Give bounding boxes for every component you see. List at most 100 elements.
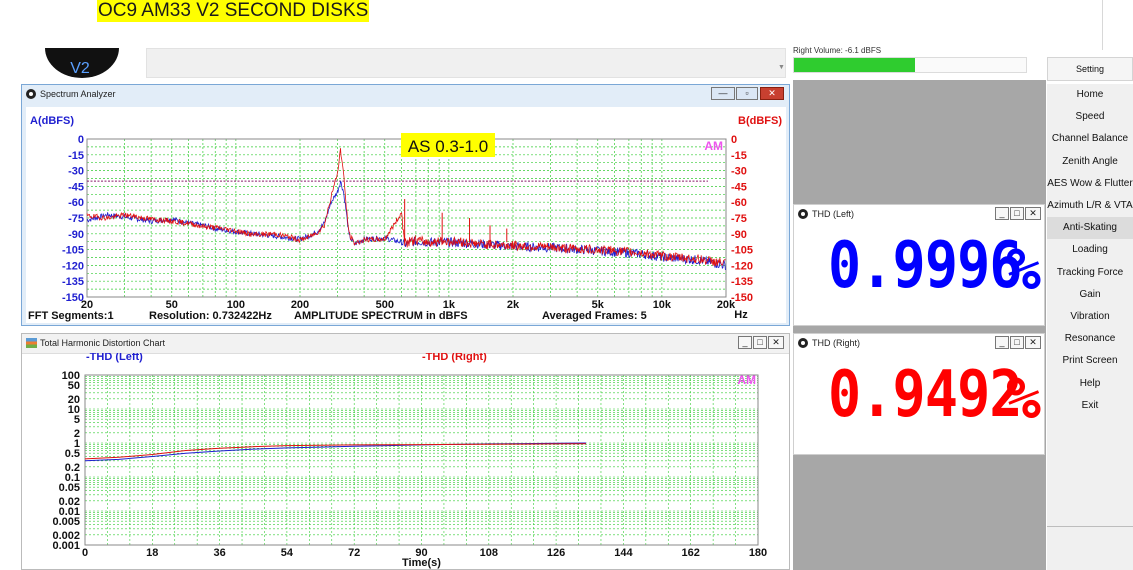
minimize-button[interactable]: — bbox=[711, 87, 735, 100]
thd-right-window-title: THD (Right) bbox=[812, 338, 861, 348]
thd-right-window: THD (Right) _ □ ✕ 0.9492 % bbox=[793, 333, 1045, 455]
setting-button[interactable]: Setting bbox=[1047, 57, 1133, 81]
y-tick-right: -30 bbox=[731, 166, 747, 178]
maximize-button[interactable]: □ bbox=[1010, 336, 1024, 349]
spectrum-chart: 0-15-30-45-60-75-90-105-120-135-1500-15-… bbox=[28, 115, 782, 322]
nav-item-exit[interactable]: Exit bbox=[1047, 395, 1133, 417]
close-button[interactable]: ✕ bbox=[1025, 336, 1041, 349]
maximize-button[interactable]: □ bbox=[1010, 207, 1024, 220]
legend-left: -THD (Left) bbox=[86, 353, 143, 363]
nav-item-azimuth-l-r-vta[interactable]: Azimuth L/R & VTA bbox=[1047, 195, 1133, 217]
y-tick-left: -120 bbox=[62, 260, 84, 272]
x-tick: 36 bbox=[213, 547, 225, 559]
nav-item-gain[interactable]: Gain bbox=[1047, 284, 1133, 306]
thd-left-title-bar[interactable]: THD (Left) _ □ ✕ bbox=[794, 205, 1044, 224]
thd-right-value: 0.9492 bbox=[828, 358, 1023, 432]
thd-left-window-title: THD (Left) bbox=[812, 209, 855, 219]
app-logo: V2 bbox=[45, 48, 119, 78]
app-icon bbox=[798, 338, 808, 348]
y-tick-left: -45 bbox=[68, 181, 84, 193]
x-tick: 20k bbox=[717, 299, 736, 311]
thd-chart-window: Total Harmonic Distortion Chart _ □ ✕ 10… bbox=[21, 333, 790, 570]
app-icon bbox=[26, 89, 36, 99]
y-tick-right: -15 bbox=[731, 150, 747, 162]
nav-item-resonance[interactable]: Resonance bbox=[1047, 328, 1133, 350]
thd-left-unit: % bbox=[1006, 235, 1041, 303]
minimize-button[interactable]: _ bbox=[995, 207, 1009, 220]
right-volume-level bbox=[794, 58, 915, 72]
footer-frames: Averaged Frames: 5 bbox=[542, 310, 647, 322]
y-tick: 0.05 bbox=[59, 482, 80, 494]
divider bbox=[1047, 526, 1133, 527]
y-tick: 0.5 bbox=[65, 448, 80, 460]
spectrum-plot-area: 0 -15 -30 -45 -60 -75 -90 -105 -120 -135 -150 0 -15-… bbox=[26, 107, 786, 323]
thd-left-value: 0.9996 bbox=[828, 229, 1023, 303]
right-volume-label: Right Volume: -6.1 dBFS bbox=[793, 46, 882, 55]
nav-item-vibration[interactable]: Vibration bbox=[1047, 306, 1133, 328]
thd-grid bbox=[84, 375, 759, 546]
y-tick-left: -135 bbox=[62, 276, 84, 288]
nav-item-zenith-angle[interactable]: Zenith Angle bbox=[1047, 151, 1133, 173]
y-tick: 5 bbox=[74, 414, 80, 426]
nav-item-speed[interactable]: Speed bbox=[1047, 106, 1133, 128]
y-tick-right: -135 bbox=[731, 276, 753, 288]
y-tick-left: -105 bbox=[62, 245, 84, 257]
nav-item-loading[interactable]: Loading bbox=[1047, 239, 1133, 261]
x-unit: Hz bbox=[734, 309, 748, 321]
thd-chart-title-bar[interactable]: Total Harmonic Distortion Chart _ □ ✕ bbox=[22, 334, 789, 354]
watermark: AM bbox=[737, 373, 756, 387]
y-tick-right: -90 bbox=[731, 229, 747, 241]
legend-right: -THD (Right) bbox=[422, 353, 487, 363]
nav-item-anti-skating[interactable]: Anti-Skating bbox=[1047, 217, 1133, 240]
x-tick: 162 bbox=[682, 547, 700, 559]
x-tick: 2k bbox=[507, 299, 520, 311]
y-tick-left: -60 bbox=[68, 197, 84, 209]
x-tick: 126 bbox=[547, 547, 565, 559]
nav-item-home[interactable]: Home bbox=[1047, 84, 1133, 106]
maximize-button[interactable]: ▫ bbox=[736, 87, 758, 100]
footer-segments: FFT Segments:1 bbox=[28, 310, 114, 322]
minimize-button[interactable]: _ bbox=[738, 336, 752, 349]
nav-item-help[interactable]: Help bbox=[1047, 373, 1133, 395]
y-tick-left: -90 bbox=[68, 229, 84, 241]
thd-right-title-bar[interactable]: THD (Right) _ □ ✕ bbox=[794, 334, 1044, 353]
x-tick: 54 bbox=[281, 547, 294, 559]
y-tick-left: -30 bbox=[68, 166, 84, 178]
x-tick: 10k bbox=[653, 299, 672, 311]
top-panel bbox=[146, 48, 786, 78]
y-tick: 0.005 bbox=[52, 516, 80, 528]
x-tick: 72 bbox=[348, 547, 360, 559]
y-tick-right: -105 bbox=[731, 245, 753, 257]
nav-item-channel-balance[interactable]: Channel Balance bbox=[1047, 128, 1133, 150]
nav-item-tracking-force[interactable]: Tracking Force bbox=[1047, 262, 1133, 284]
thd-chart: 1005020105210.50.20.10.050.020.010.0050.… bbox=[52, 353, 767, 569]
close-button[interactable]: ✕ bbox=[760, 87, 784, 100]
x-tick: 108 bbox=[480, 547, 498, 559]
right-volume-meter bbox=[793, 57, 1027, 73]
y-tick: 0.001 bbox=[52, 540, 80, 552]
thd-chart-window-title: Total Harmonic Distortion Chart bbox=[40, 338, 166, 348]
maximize-button[interactable]: □ bbox=[753, 336, 767, 349]
nav-item-aes-wow-flutter[interactable]: AES Wow & Flutter bbox=[1047, 173, 1133, 195]
x-tick: 0 bbox=[82, 547, 88, 559]
nav-item-print-screen[interactable]: Print Screen bbox=[1047, 350, 1133, 372]
thd-left-window: THD (Left) _ □ ✕ 0.9996 % bbox=[793, 204, 1045, 326]
spectrum-title-bar[interactable]: Spectrum Analyzer — ▫ ✕ bbox=[22, 85, 789, 104]
y-axis-right-label: B(dBFS) bbox=[738, 115, 782, 127]
footer-mode: AMPLITUDE SPECTRUM in dBFS bbox=[294, 310, 468, 322]
y-tick-right: -120 bbox=[731, 260, 753, 272]
series-b-line bbox=[86, 148, 726, 267]
thd-left-line bbox=[84, 442, 587, 462]
x-tick: 18 bbox=[146, 547, 158, 559]
x-axis-label: Time(s) bbox=[402, 557, 441, 569]
y-tick-right: -45 bbox=[731, 181, 747, 193]
footer-resolution: Resolution: 0.732422Hz bbox=[149, 310, 272, 322]
scroll-down-icon[interactable]: ▼ bbox=[778, 64, 785, 71]
y-tick: 50 bbox=[68, 380, 80, 392]
chart-icon bbox=[26, 338, 37, 348]
close-button[interactable]: ✕ bbox=[1025, 207, 1041, 220]
y-tick-left: -15 bbox=[68, 150, 84, 162]
close-button[interactable]: ✕ bbox=[768, 336, 784, 349]
x-tick: 180 bbox=[749, 547, 767, 559]
minimize-button[interactable]: _ bbox=[995, 336, 1009, 349]
